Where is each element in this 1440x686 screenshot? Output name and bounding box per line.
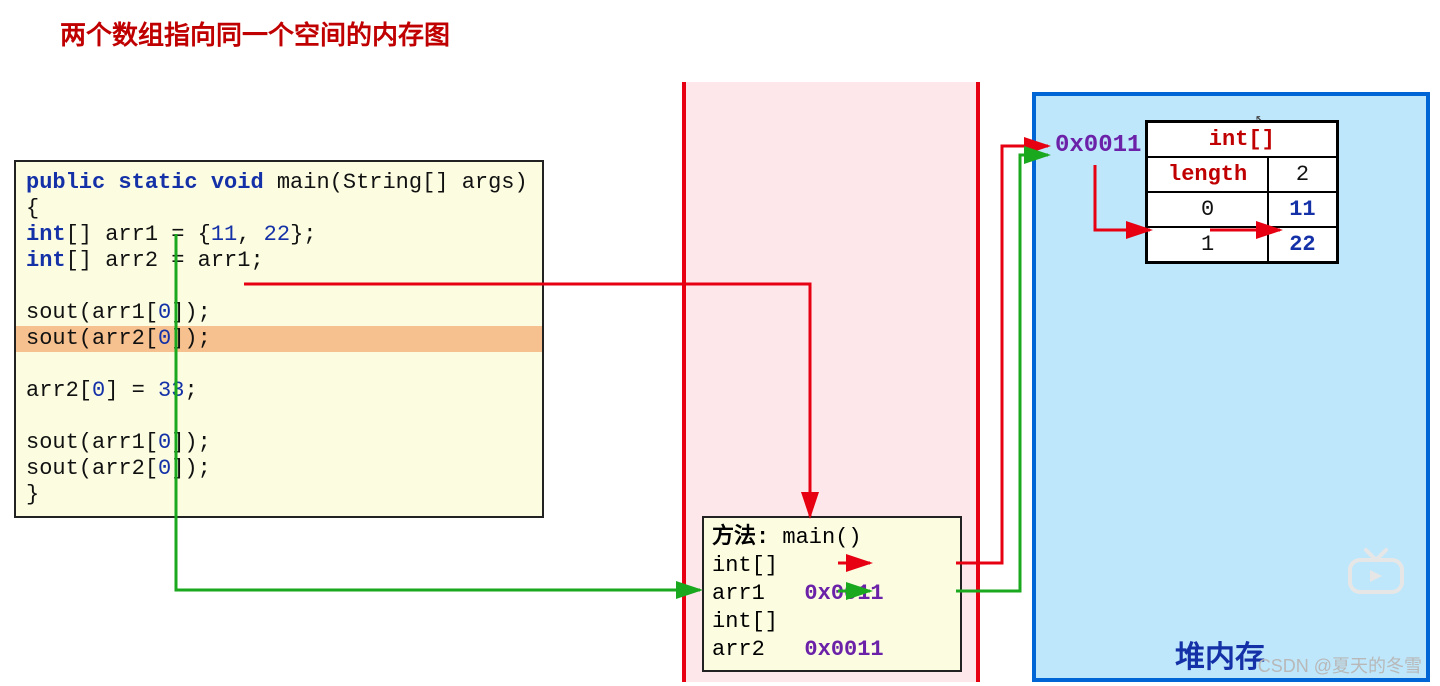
- code-line: }: [26, 482, 532, 508]
- heap-array-table: int[] length 2 0 11 1 22: [1145, 120, 1339, 264]
- stack-var-arr1: int[] arr1 0x0011: [712, 552, 952, 608]
- tv-watermark-icon: [1346, 546, 1406, 596]
- code-line: int[] arr1 = {11, 22};: [26, 222, 532, 248]
- code-line: [26, 274, 532, 300]
- heap-type-header: int[]: [1147, 122, 1338, 158]
- code-block: public static void main(String[] args) {…: [14, 160, 544, 518]
- keyword-void: void: [211, 170, 264, 195]
- stack-var-arr2: int[] arr2 0x0011: [712, 608, 952, 664]
- stack-frame-box: 方法: main() int[] arr1 0x0011 int[] arr2 …: [702, 516, 962, 672]
- code-line: sout(arr1[0]);: [26, 430, 532, 456]
- code-line: sout(arr2[0]);: [26, 456, 532, 482]
- value-0: 11: [1268, 192, 1337, 227]
- heap-memory-label: 堆内存: [1175, 632, 1265, 676]
- index-0: 0: [1147, 192, 1269, 227]
- keyword-public: public: [26, 170, 105, 195]
- watermark-text: CSDN @夏天的冬雪: [1258, 652, 1422, 678]
- length-value: 2: [1268, 157, 1337, 192]
- code-line: [26, 404, 532, 430]
- code-line: sout(arr1[0]);: [26, 300, 532, 326]
- value-1: 22: [1268, 227, 1337, 263]
- keyword-int: int: [26, 248, 66, 273]
- keyword-int: int: [26, 222, 66, 247]
- keyword-static: static: [118, 170, 197, 195]
- code-line: int[] arr2 = arr1;: [26, 248, 532, 274]
- heap-object-address: 0x0011: [1055, 132, 1141, 159]
- diagram-title: 两个数组指向同一个空间的内存图: [60, 15, 450, 52]
- index-1: 1: [1147, 227, 1269, 263]
- code-line: [26, 352, 532, 378]
- code-line-highlighted: sout(arr2[0]);: [16, 326, 542, 352]
- code-line: public static void main(String[] args) {: [26, 170, 532, 222]
- method-header: 方法: main(): [712, 524, 952, 552]
- code-line: arr2[0] = 33;: [26, 378, 532, 404]
- length-label: length: [1147, 157, 1269, 192]
